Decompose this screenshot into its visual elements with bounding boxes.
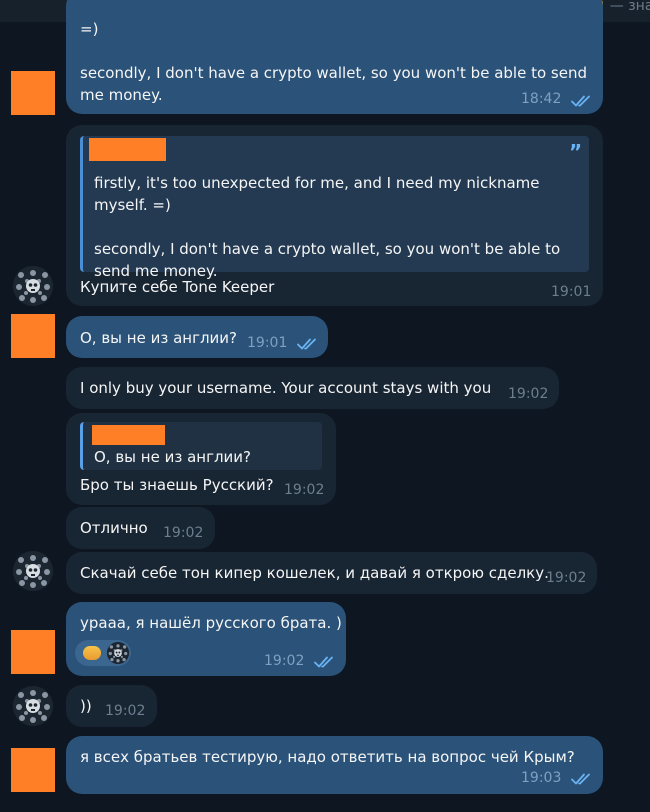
message-10[interactable]: я всех братьев тестирую, надо ответить н… [66,736,603,794]
message-4-time: 19:02 [508,386,549,402]
quote-sender-name-redacted [89,138,166,161]
message-1[interactable]: =) secondly, I don't have a crypto walle… [66,0,603,114]
quote-text: О, вы не из англии? [94,448,252,466]
read-checks-icon [571,94,593,108]
read-checks-icon [314,655,336,669]
message-9-text: )) [80,697,92,715]
my-avatar[interactable] [11,71,55,115]
top-bar-peek-text: — зна [609,0,650,14]
message-4[interactable]: I only buy your username. Your account s… [66,367,559,409]
message-6-text: Отлично [80,519,148,537]
message-9[interactable]: )) 19:02 [66,685,157,727]
reaction-avatar [107,642,129,664]
message-5-time: 19:02 [284,482,325,498]
message-5[interactable]: О, вы не из англии? Бро ты знаешь Русски… [66,413,336,505]
my-avatar[interactable] [11,630,55,674]
handshake-icon [83,646,101,660]
message-1-line-1: =) [80,20,99,38]
message-10-time: 19:03 [521,770,562,786]
message-8[interactable]: урааа, я нашёл русского брата. ) 19:02 [66,602,346,676]
message-7-time: 19:02 [546,570,587,586]
message-9-time: 19:02 [105,703,146,719]
message-3-time: 19:01 [247,335,288,351]
reply-quote-block[interactable]: ” firstly, it's too unexpected for me, a… [80,136,589,280]
message-10-text: я всех братьев тестирую, надо ответить н… [80,748,575,766]
message-1-line-2: secondly, I don't have a crypto wallet, … [80,64,587,82]
message-8-time: 19:02 [264,653,305,669]
read-checks-icon [571,772,593,786]
message-1-time: 18:42 [521,91,562,107]
contact-avatar[interactable] [13,551,53,591]
message-1-line-3: me money. [80,86,163,104]
read-checks-icon [297,337,319,351]
quote-line-3: secondly, I don't have a crypto wallet, … [94,240,561,258]
message-2-text: Купите себе Tone Keeper [80,278,275,296]
message-7[interactable]: Скачай себе тон кипер кошелек, и давай я… [66,552,597,594]
message-5-text: Бро ты знаешь Русский? [80,476,274,494]
my-avatar[interactable] [11,314,55,358]
quote-line-1: firstly, it's too unexpected for me, and… [94,174,540,192]
quote-mark-icon: ” [569,140,583,164]
my-avatar[interactable] [11,748,55,792]
message-6-time: 19:02 [163,525,204,541]
reply-quote-block[interactable]: О, вы не из англии? [80,422,322,470]
message-4-text: I only buy your username. Your account s… [80,379,492,397]
contact-avatar[interactable] [13,686,53,726]
message-3[interactable]: О, вы не из англии? 19:01 [66,316,328,358]
message-2[interactable]: ” firstly, it's too unexpected for me, a… [66,125,603,306]
reaction-pill[interactable] [75,640,131,666]
quote-line-2: myself. =) [94,196,171,214]
message-8-text: урааа, я нашёл русского брата. ) [80,614,342,632]
message-2-time: 19:01 [551,284,592,300]
message-3-text: О, вы не из англии? [80,329,238,347]
message-6[interactable]: Отлично 19:02 [66,507,215,549]
message-7-text: Скачай себе тон кипер кошелек, и давай я… [80,564,549,582]
quote-sender-name-redacted [92,425,165,445]
contact-avatar[interactable] [13,266,53,306]
